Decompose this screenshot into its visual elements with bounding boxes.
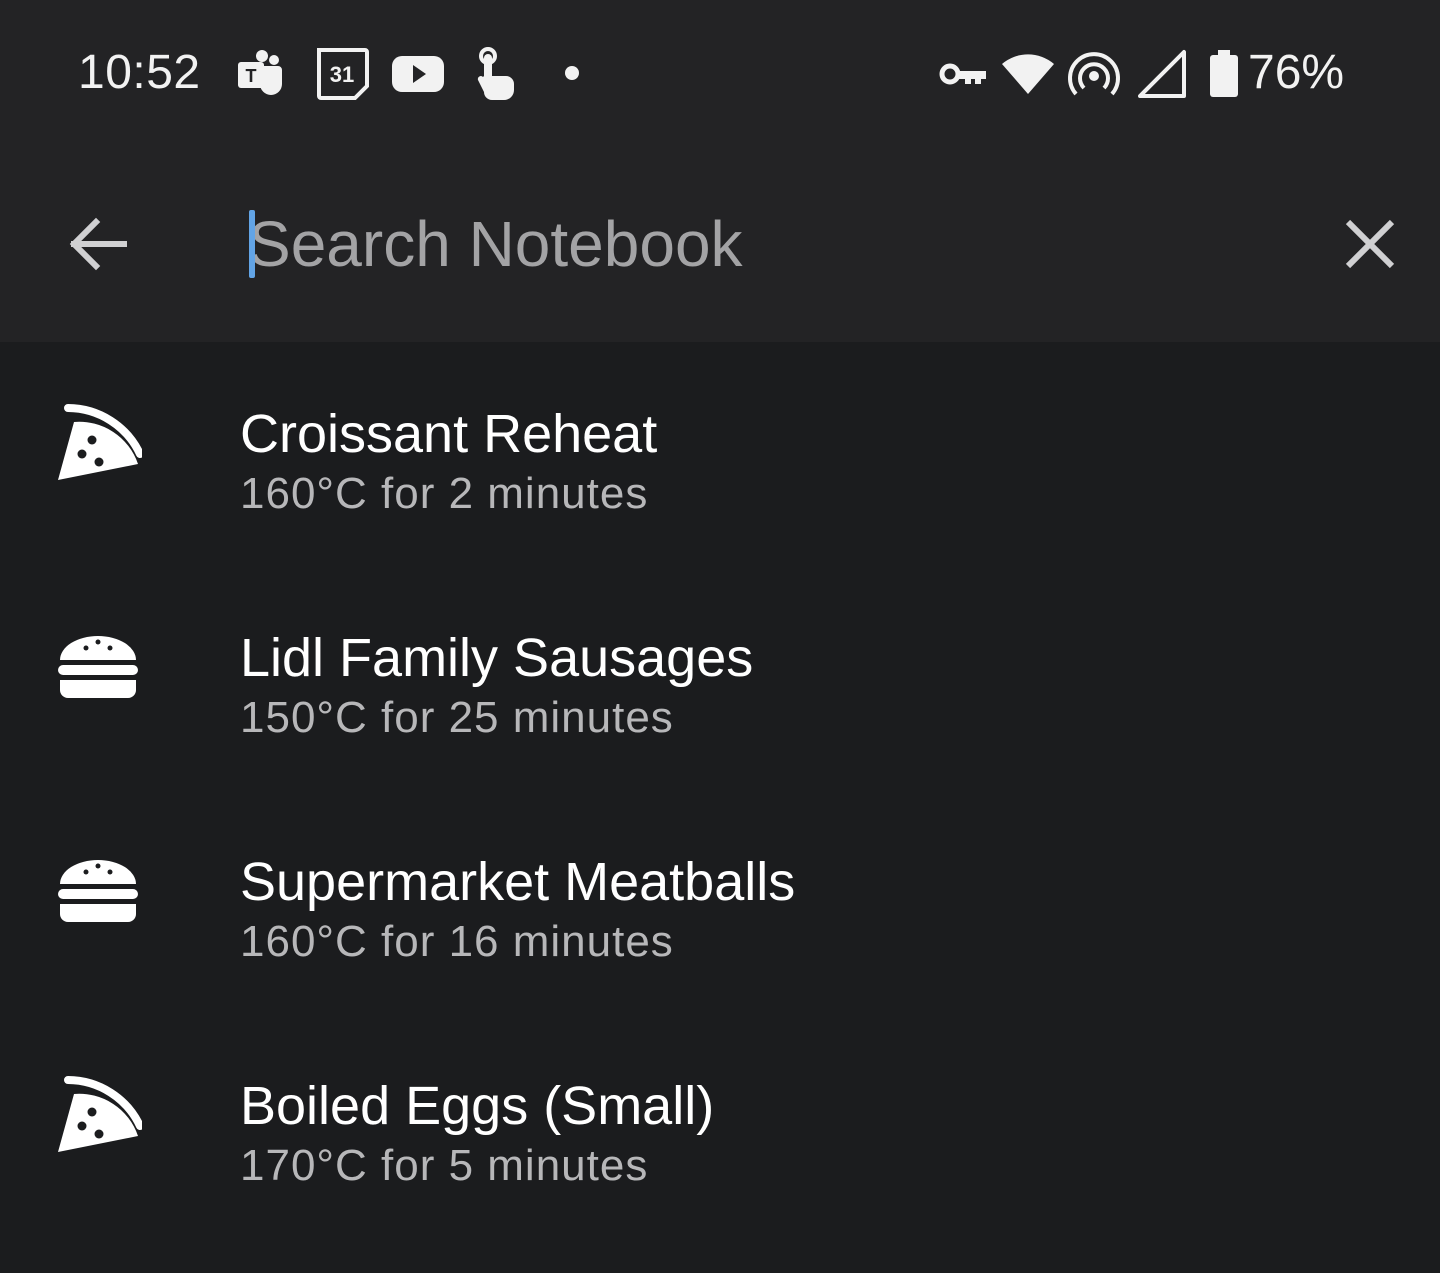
clear-search-button[interactable] [1330,204,1410,284]
calendar-icon: 31 [314,46,370,102]
back-button[interactable] [58,204,138,284]
item-subtitle: 160°C for 2 minutes [240,469,649,518]
close-icon [1345,219,1395,269]
item-subtitle: 160°C for 16 minutes [240,917,674,966]
youtube-icon [390,46,446,102]
item-subtitle: 150°C for 25 minutes [240,693,674,742]
signal-icon [1136,46,1192,102]
list-item[interactable]: Supermarket Meatballs 160°C for 16 minut… [0,790,1440,1014]
touch-icon [466,46,522,102]
battery-percentage: 76% [1248,46,1345,99]
pizza-icon [54,1068,142,1156]
dot-icon [544,46,600,102]
arrow-back-icon [69,217,127,271]
teams-icon: T [236,46,292,102]
calendar-date: 31 [330,62,354,87]
pizza-icon [54,396,142,484]
status-bar: 10:52 T 31 76% [0,0,1440,140]
list-item[interactable]: Boiled Eggs (Small) 170°C for 5 minutes [0,1014,1440,1238]
vpn-key-icon [936,46,992,102]
burger-icon [54,844,142,932]
item-title: Lidl Family Sausages [240,628,754,688]
item-title: Supermarket Meatballs [240,852,796,912]
search-bar [0,140,1440,342]
item-title: Croissant Reheat [240,404,658,464]
status-time: 10:52 [78,46,201,99]
wifi-icon [1000,46,1056,102]
burger-icon [54,620,142,708]
list-item[interactable]: Lidl Family Sausages 150°C for 25 minute… [0,566,1440,790]
text-cursor [249,210,255,278]
item-subtitle: 170°C for 5 minutes [240,1141,649,1190]
battery-icon [1196,46,1252,102]
hotspot-icon [1066,46,1122,102]
list-item[interactable]: Croissant Reheat 160°C for 2 minutes [0,342,1440,566]
svg-text:T: T [246,66,257,86]
item-title: Boiled Eggs (Small) [240,1076,715,1136]
search-input[interactable] [248,202,1248,286]
